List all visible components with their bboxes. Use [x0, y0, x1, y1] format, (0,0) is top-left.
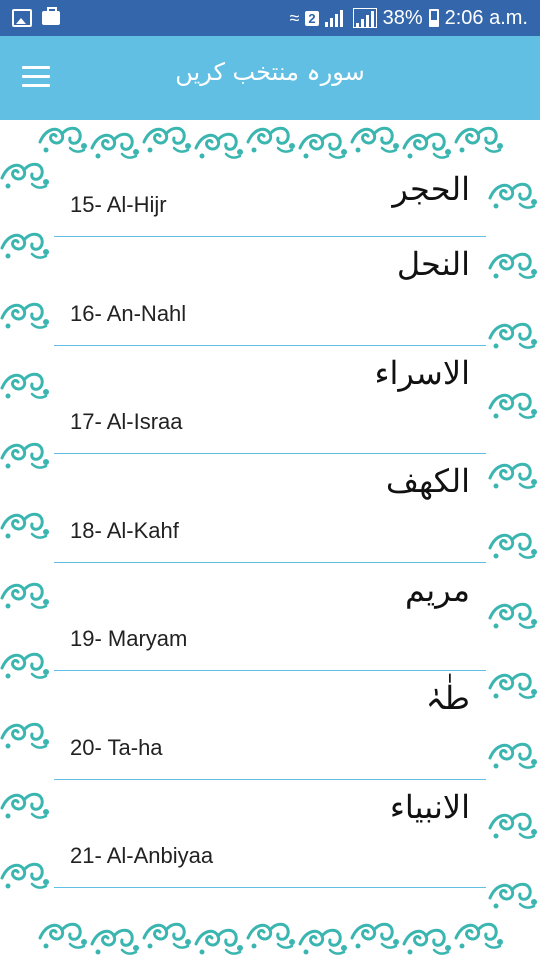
- status-bar: ≈ 2 38% 2:06 a.m.: [0, 0, 540, 36]
- surah-arabic-name: الکھف: [385, 462, 470, 500]
- list-item[interactable]: الاسراء 17- Al-Israa: [54, 346, 486, 454]
- list-item[interactable]: النحل 16- An-Nahl: [54, 237, 486, 346]
- battery-percent: 38%: [382, 6, 423, 29]
- border-top: [38, 126, 505, 160]
- border-left: [0, 162, 51, 890]
- surah-label: 18- Al-Kahf: [70, 517, 179, 543]
- list-item[interactable]: الحجر 15- Al-Hijr: [54, 166, 486, 237]
- surah-label: 15- Al-Hijr: [70, 192, 167, 217]
- surah-label: 17- Al-Israa: [70, 409, 183, 434]
- surah-arabic-name: الحجر: [392, 170, 470, 208]
- surah-label: 19- Maryam: [70, 626, 188, 651]
- gallery-notification-icon: [12, 9, 32, 27]
- sim-badge: 2: [305, 10, 319, 26]
- app-bar: سورہ منتخب کریں: [0, 36, 540, 120]
- surah-list: الحجر 15- Al-Hijr النحل 16- An-Nahl الاس…: [54, 166, 486, 914]
- surah-arabic-name: الانبیاء: [389, 787, 470, 826]
- wifi-icon: ≈: [289, 7, 300, 28]
- list-item[interactable]: مریم 19- Maryam: [54, 563, 486, 671]
- surah-arabic-name: النحل: [396, 245, 470, 283]
- surah-arabic-name: مریم: [405, 570, 470, 609]
- briefcase-notification-icon: [42, 7, 60, 25]
- page-title: سورہ منتخب کریں: [175, 58, 365, 86]
- surah-label: 16- An-Nahl: [70, 300, 187, 326]
- surah-label: 20- Ta-ha: [70, 734, 163, 760]
- battery-icon: [428, 9, 439, 27]
- surah-label: 21- Al-Anbiyaa: [70, 843, 214, 868]
- list-item[interactable]: الکھف 18- Al-Kahf: [54, 454, 486, 563]
- clock: 2:06 a.m.: [444, 6, 528, 29]
- border-right: [488, 182, 539, 910]
- signal-2-icon: [352, 8, 377, 28]
- list-item[interactable]: الانبیاء 21- Al-Anbiyaa: [54, 780, 486, 888]
- border-bottom: [38, 922, 505, 956]
- signal-icon: [324, 9, 347, 27]
- list-item[interactable]: طٰہٰ 20- Ta-ha: [54, 671, 486, 780]
- surah-arabic-name: طٰہٰ: [425, 679, 470, 717]
- surah-arabic-name: الاسراء: [374, 353, 470, 392]
